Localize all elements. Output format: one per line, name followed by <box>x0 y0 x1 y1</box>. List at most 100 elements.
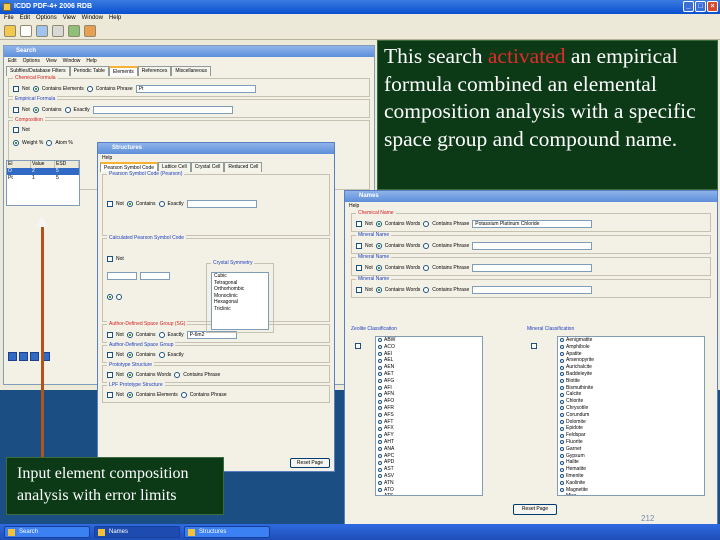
contains-elements-radio[interactable] <box>32 86 39 92</box>
tab-elements[interactable]: Elements <box>108 66 138 76</box>
list-item[interactable]: Chrysotile <box>560 405 704 412</box>
list-item-radio[interactable] <box>560 460 564 465</box>
menu-view[interactable]: View <box>63 14 76 23</box>
list-item-radio[interactable] <box>560 419 564 424</box>
mineral-class-list[interactable]: Aenigmatite Amphibole Apatite Arsenopyrite A… <box>557 336 705 496</box>
mineral-name-input-3[interactable] <box>472 286 593 294</box>
list-item-radio[interactable] <box>378 399 382 404</box>
search-menu-item[interactable]: Window <box>63 58 81 65</box>
not-checkbox[interactable] <box>107 392 113 398</box>
not-checkbox[interactable] <box>356 243 362 249</box>
list-item[interactable]: AFT <box>378 419 482 426</box>
first-page-icon[interactable] <box>8 352 17 361</box>
chemical-formula-input[interactable]: Pt <box>135 85 256 93</box>
list-item-radio[interactable] <box>378 440 382 445</box>
list-item-radio[interactable] <box>378 338 382 343</box>
list-item-radio[interactable] <box>378 358 382 363</box>
prev-page-icon[interactable] <box>19 352 28 361</box>
list-item-radio[interactable] <box>378 365 382 370</box>
list-item-radio[interactable] <box>378 467 382 472</box>
table-cell[interactable]: 1 <box>31 175 55 182</box>
list-item-radio[interactable] <box>560 413 564 418</box>
list-item-radio[interactable] <box>560 426 564 431</box>
not-checkbox[interactable] <box>107 332 113 338</box>
contains-phrase-radio[interactable] <box>423 287 430 293</box>
list-item[interactable]: AFN <box>378 391 482 398</box>
list-item[interactable]: AHT <box>378 439 482 446</box>
list-item-radio[interactable] <box>378 433 382 438</box>
contains-phrase-radio[interactable] <box>180 392 187 398</box>
list-item[interactable]: ACO <box>378 344 482 351</box>
document-icon[interactable] <box>20 25 32 37</box>
menu-edit[interactable]: Edit <box>20 14 30 23</box>
list-item-radio[interactable] <box>560 453 564 458</box>
search-menu-item[interactable]: Options <box>23 58 40 65</box>
list-item[interactable]: Mica <box>560 493 704 495</box>
print-icon[interactable] <box>52 25 64 37</box>
contains-phrase-radio[interactable] <box>86 86 93 92</box>
reset-page-button[interactable]: Reset Page <box>290 458 330 468</box>
list-item-radio[interactable] <box>378 487 382 492</box>
list-item[interactable]: ABW <box>378 337 482 344</box>
list-item[interactable]: Bismuthinite <box>560 385 704 392</box>
list-item-radio[interactable] <box>560 447 564 452</box>
search-menu-item[interactable]: Help <box>86 58 96 65</box>
column-header[interactable]: El <box>7 161 31 168</box>
list-item-radio[interactable] <box>378 474 382 479</box>
list-item[interactable]: Aenigmatite <box>560 337 704 344</box>
list-item-radio[interactable] <box>560 379 564 384</box>
table-cell[interactable]: O <box>7 168 31 175</box>
exactly-radio[interactable] <box>158 332 165 338</box>
list-item-radio[interactable] <box>378 419 382 424</box>
list-item-radio[interactable] <box>378 379 382 384</box>
not-checkbox[interactable] <box>13 127 19 133</box>
not-checkbox[interactable] <box>107 352 113 358</box>
list-item[interactable]: AFS <box>378 412 482 419</box>
list-item-radio[interactable] <box>560 338 564 343</box>
close-button[interactable]: × <box>707 1 718 12</box>
list-item-radio[interactable] <box>378 385 382 390</box>
list-item[interactable]: Apatite <box>560 351 704 358</box>
list-item-radio[interactable] <box>560 345 564 350</box>
not-checkbox[interactable] <box>13 107 19 113</box>
list-item[interactable]: Corundum <box>560 412 704 419</box>
tab-periodic-table[interactable]: Periodic Table <box>69 66 109 76</box>
menu-file[interactable]: File <box>4 14 14 23</box>
not-checkbox[interactable] <box>356 287 362 293</box>
list-item-radio[interactable] <box>560 474 564 479</box>
contains-phrase-radio[interactable] <box>174 372 181 378</box>
menu-help[interactable]: Help <box>109 14 121 23</box>
table-row[interactable]: O 2 5 <box>7 168 79 175</box>
list-item[interactable]: Garnet <box>560 446 704 453</box>
minimize-button[interactable]: _ <box>683 1 694 12</box>
list-item[interactable]: Biotite <box>560 378 704 385</box>
chemical-name-input[interactable]: Potassium Platinum Chloride <box>472 220 593 228</box>
contains-phrase-radio[interactable] <box>423 265 430 271</box>
list-item[interactable]: ASV <box>378 473 482 480</box>
empirical-formula-input[interactable] <box>92 106 233 114</box>
names-menu[interactable]: Help <box>345 202 717 210</box>
list-item[interactable]: Baddeleyite <box>560 371 704 378</box>
list-item-radio[interactable] <box>378 426 382 431</box>
list-item[interactable]: AEL <box>378 357 482 364</box>
list-item[interactable]: AFX <box>378 425 482 432</box>
list-item[interactable]: AEI <box>378 351 482 358</box>
list-item-radio[interactable] <box>560 481 564 486</box>
list-item[interactable]: AEN <box>378 364 482 371</box>
list-item[interactable]: Calcite <box>560 391 704 398</box>
zeolite-list[interactable]: ABW ACO AEI AEL AEN AET AFG AFI AFN AFO AFR AFS AFT A… <box>375 336 483 496</box>
menu-window[interactable]: Window <box>82 14 103 23</box>
list-item-radio[interactable] <box>378 413 382 418</box>
table-cell[interactable]: 5 <box>55 175 79 182</box>
contains-radio[interactable] <box>126 332 133 338</box>
list-item-radio[interactable] <box>560 399 564 404</box>
count-input-2[interactable] <box>140 272 170 280</box>
list-item[interactable]: Hematite <box>560 466 704 473</box>
list-item[interactable]: Magnetite <box>560 487 704 494</box>
list-item[interactable]: AFG <box>378 378 482 385</box>
not-checkbox[interactable] <box>356 221 362 227</box>
list-item-radio[interactable] <box>560 433 564 438</box>
list-item-radio[interactable] <box>378 494 382 495</box>
contains-words-radio[interactable] <box>375 243 382 249</box>
folder-icon[interactable] <box>4 25 16 37</box>
